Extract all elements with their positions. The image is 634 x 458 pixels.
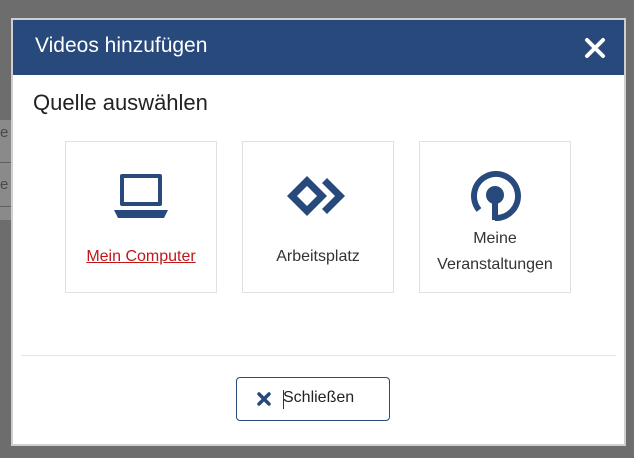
source-label-mein-computer[interactable]: Mein Computer bbox=[66, 244, 216, 270]
laptop-icon bbox=[66, 166, 216, 226]
add-videos-dialog: Videos hinzufügen Quelle auswählen Mein … bbox=[11, 18, 626, 446]
close-button[interactable]: Schließen bbox=[236, 377, 390, 421]
arbeitsplatz-icon bbox=[243, 166, 393, 226]
source-label-meine: Meine bbox=[473, 230, 517, 247]
dialog-title: Videos hinzufügen bbox=[35, 34, 208, 57]
source-tile-meine-veranstaltungen[interactable]: Meine Veranstaltungen bbox=[419, 141, 571, 293]
footer-divider bbox=[21, 355, 616, 356]
source-label-arbeitsplatz: Arbeitsplatz bbox=[276, 248, 360, 265]
dialog-titlebar: Videos hinzufügen bbox=[13, 20, 624, 75]
background-text: e bbox=[0, 124, 9, 141]
close-button-label: Schließen bbox=[283, 389, 355, 406]
close-icon[interactable] bbox=[584, 37, 606, 59]
source-label-veranstaltungen: Veranstaltungen bbox=[437, 256, 553, 273]
source-heading: Quelle auswählen bbox=[33, 90, 208, 115]
close-icon bbox=[256, 391, 272, 407]
source-tile-mein-computer[interactable]: Mein Computer bbox=[65, 141, 217, 293]
background-text: e bbox=[0, 176, 9, 193]
source-tile-arbeitsplatz[interactable]: Arbeitsplatz bbox=[242, 141, 394, 293]
veranstaltungen-icon bbox=[420, 166, 570, 226]
